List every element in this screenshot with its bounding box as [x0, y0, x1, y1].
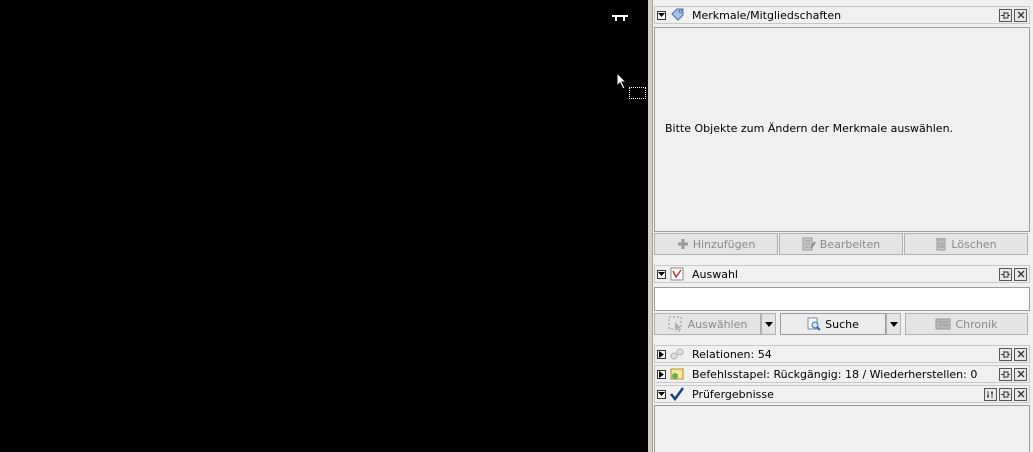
tag-icon [671, 8, 684, 21]
pin-icon[interactable] [999, 267, 1012, 281]
delete-button-label: Löschen [951, 237, 997, 251]
trash-icon [936, 238, 947, 251]
close-icon[interactable] [1014, 387, 1027, 401]
selection-list[interactable] [654, 287, 1030, 311]
add-button[interactable]: Hinzufügen [654, 233, 778, 255]
split-pane-divider[interactable] [648, 0, 653, 452]
close-icon[interactable] [1014, 347, 1027, 361]
map-node-marker-icon [612, 15, 628, 21]
plus-icon [677, 239, 688, 249]
search-icon [807, 317, 821, 331]
checkmark-icon [670, 387, 684, 401]
panel-title: Merkmale/Mitgliedschaften [692, 8, 842, 22]
relations-panel-header[interactable]: Relationen: 54 [654, 345, 1030, 363]
edit-button-label: Bearbeiten [819, 237, 881, 251]
close-icon[interactable] [1014, 267, 1027, 281]
history-icon [935, 318, 951, 330]
empty-selection-message: Bitte Objekte zum Ändern der Merkmale au… [665, 122, 954, 135]
search-button[interactable]: Suche [780, 313, 886, 335]
selection-rectangle-icon [629, 87, 646, 99]
pin-icon[interactable] [999, 8, 1012, 22]
properties-content: Bitte Objekte zum Ändern der Merkmale au… [654, 27, 1030, 232]
validation-results-content [654, 405, 1030, 452]
search-button-label: Suche [825, 317, 859, 331]
chevron-down-icon [889, 321, 898, 327]
mouse-cursor-icon [616, 72, 628, 90]
command-stack-panel-header[interactable]: Befehlsstapel: Rückgängig: 18 / Wiederhe… [654, 365, 1030, 383]
map-view[interactable] [0, 0, 648, 452]
pin-icon[interactable] [999, 367, 1012, 381]
pin-icon[interactable] [999, 347, 1012, 361]
settings-icon[interactable] [984, 387, 997, 401]
select-button[interactable]: Auswählen [654, 313, 761, 335]
panel-title: Auswahl [692, 267, 738, 281]
select-button-label: Auswählen [687, 317, 748, 331]
close-icon[interactable] [1014, 367, 1027, 381]
collapse-toggle-icon[interactable] [657, 269, 666, 279]
edit-icon [802, 237, 816, 251]
validation-panel-header[interactable]: Prüfergebnisse [654, 385, 1030, 403]
delete-button[interactable]: Löschen [904, 233, 1028, 255]
collapse-toggle-icon[interactable] [657, 10, 666, 20]
relation-icon [670, 348, 684, 360]
select-dropdown[interactable] [761, 313, 776, 335]
selection-panel-header[interactable]: Auswahl [654, 265, 1030, 283]
add-button-label: Hinzufügen [692, 237, 756, 251]
search-dropdown[interactable] [886, 313, 901, 335]
expand-toggle-icon[interactable] [657, 369, 666, 379]
history-button-label: Chronik [955, 317, 998, 331]
panel-title: Prüfergebnisse [692, 387, 774, 401]
panel-title: Befehlsstapel: Rückgängig: 18 / Wiederhe… [692, 367, 978, 381]
edit-button[interactable]: Bearbeiten [779, 233, 903, 255]
chevron-down-icon [764, 321, 773, 327]
selection-list-icon [670, 267, 684, 281]
properties-panel-header[interactable]: Merkmale/Mitgliedschaften [654, 6, 1030, 24]
close-icon[interactable] [1014, 8, 1027, 22]
select-cursor-icon [668, 316, 682, 332]
pin-icon[interactable] [999, 387, 1012, 401]
collapse-toggle-icon[interactable] [657, 389, 666, 399]
expand-toggle-icon[interactable] [657, 349, 666, 359]
panel-title: Relationen: 54 [692, 347, 772, 361]
history-button[interactable]: Chronik [905, 313, 1028, 335]
command-stack-icon [670, 368, 684, 380]
